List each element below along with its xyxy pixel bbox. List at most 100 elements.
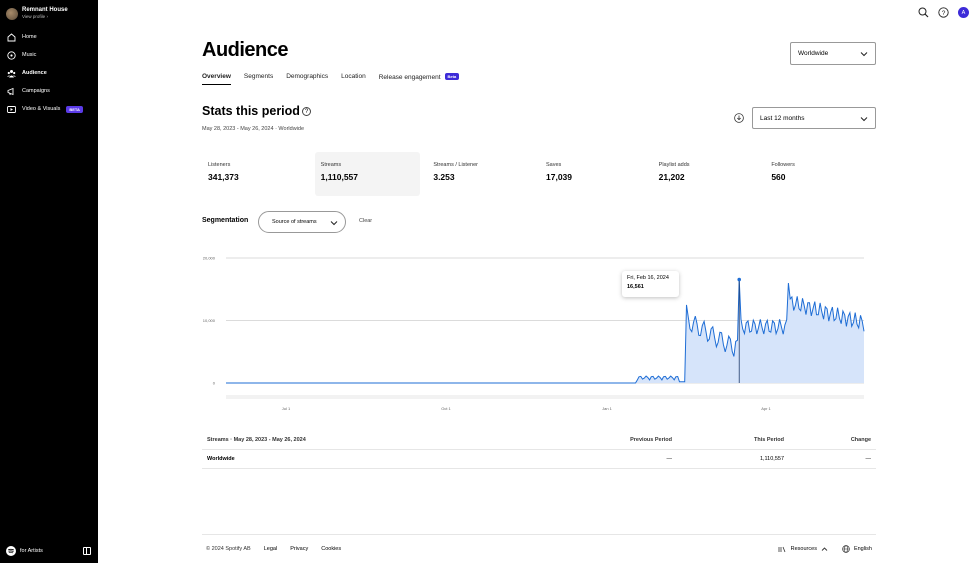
metric-label: Saves (546, 162, 562, 168)
y-tick-label: 10,000 (203, 318, 216, 323)
table-row[interactable]: Worldwide — 1,110,557 — (202, 450, 876, 469)
metric-value: 1,110,557 (320, 172, 359, 182)
resources-icon (778, 546, 786, 552)
footer-link-cookies[interactable]: Cookies (321, 546, 341, 552)
sidebar-item-home[interactable]: Home (0, 28, 98, 46)
stats-title: Stats this period (202, 104, 300, 118)
streams-table: Streams · May 28, 2023 - May 26, 2024 Pr… (202, 431, 876, 469)
streams-chart[interactable]: 20,000 10,000 0 Jul 1 Oct 1 Jan 1 Apr 1 (196, 248, 880, 418)
segmentation-label: Segmentation (202, 217, 249, 224)
tab-bar: Overview Segments Demographics Location … (202, 73, 472, 85)
sidebar-item-audience[interactable]: Audience (0, 64, 98, 82)
view-profile-link[interactable]: View profile › (22, 14, 68, 20)
svg-text:?: ? (942, 10, 946, 17)
beta-badge: Beta (444, 73, 460, 80)
region-select-value: Worldwide (798, 50, 829, 57)
table-cell: 1,110,557 (759, 456, 784, 462)
tab-release-engagement[interactable]: Release engagement Beta (379, 73, 460, 85)
resources-label: Resources (790, 546, 817, 552)
copyright: © 2024 Spotify AB (206, 546, 251, 552)
user-avatar[interactable]: A (958, 7, 969, 18)
segmentation-select-value: Source of streams (272, 219, 317, 225)
metric-value: 3.253 (433, 172, 455, 182)
tab-location[interactable]: Location (341, 73, 366, 85)
x-tick-label: Oct 1 (441, 406, 451, 411)
period-select-value: Last 12 months (760, 114, 805, 122)
table-cell: — (666, 456, 673, 462)
metric-label: Playlist adds (658, 162, 690, 168)
sidebar-item-music[interactable]: Music (0, 46, 98, 64)
sidebar-item-video-visuals[interactable]: Video & Visuals BETA (0, 100, 98, 118)
date-range: May 28, 2023 - May 26, 2024 · Worldwide (202, 126, 305, 132)
resources-menu[interactable]: Resources (778, 546, 828, 553)
hover-point (737, 277, 742, 282)
metric-value: 17,039 (546, 172, 572, 182)
table-cell: Worldwide (207, 456, 235, 462)
tab-demographics[interactable]: Demographics (286, 73, 328, 85)
profile-name: Remnant House (22, 7, 68, 13)
metric-label: Streams (320, 162, 342, 168)
metric-followers[interactable]: Followers 560 (765, 152, 878, 196)
x-tick-label: Apr 1 (761, 406, 771, 411)
chevron-up-icon (821, 546, 828, 551)
video-icon (7, 105, 16, 114)
metric-label: Followers (771, 162, 795, 168)
sidebar-item-label: Music (22, 52, 37, 58)
sidebar-item-label: Audience (22, 70, 47, 76)
metric-streams-per-listener[interactable]: Streams / Listener 3.253 (427, 152, 540, 196)
tooltip-value: 16,561 (627, 284, 644, 290)
chevron-down-icon (860, 117, 868, 122)
collapse-sidebar-button[interactable] (83, 547, 91, 555)
sidebar-item-label: Video & Visuals (22, 106, 61, 112)
search-icon[interactable] (918, 7, 929, 18)
region-select[interactable]: Worldwide (790, 42, 876, 65)
download-icon[interactable] (734, 113, 744, 123)
y-tick-label: 20,000 (203, 256, 216, 261)
metric-label: Listeners (208, 162, 231, 168)
audience-icon (7, 69, 16, 78)
x-tick-label: Jan 1 (602, 406, 613, 411)
page-footer: © 2024 Spotify AB Legal Privacy Cookies … (202, 534, 876, 563)
metric-saves[interactable]: Saves 17,039 (540, 152, 653, 196)
campaigns-icon (7, 87, 16, 96)
help-icon[interactable]: ? (938, 7, 949, 18)
y-tick-label: 0 (213, 381, 216, 386)
x-tick-label: Jul 1 (282, 406, 291, 411)
table-header-cell: Previous Period (630, 437, 672, 443)
tab-overview[interactable]: Overview (202, 73, 231, 85)
metrics-row: Listeners 341,373 Streams 1,110,557 Stre… (202, 152, 878, 196)
period-select[interactable]: Last 12 months (752, 107, 876, 129)
help-icon[interactable]: ? (302, 107, 311, 116)
table-header: Streams · May 28, 2023 - May 26, 2024 Pr… (202, 431, 876, 450)
chevron-down-icon (860, 52, 868, 57)
metric-value: 560 (771, 172, 786, 182)
table-header-cell: This Period (754, 437, 784, 443)
globe-icon (842, 545, 850, 553)
x-axis-band (226, 395, 864, 399)
clear-button[interactable]: Clear (359, 218, 372, 224)
sidebar: Remnant House View profile › Home Music … (0, 0, 98, 563)
sidebar-item-campaigns[interactable]: Campaigns (0, 82, 98, 100)
language-selector[interactable]: English (842, 545, 872, 553)
footer-link-legal[interactable]: Legal (264, 546, 277, 552)
profile[interactable]: Remnant House View profile › (6, 7, 68, 20)
spotify-for-artists-logo[interactable]: for Artists (6, 546, 43, 556)
top-actions: ? A (918, 7, 969, 18)
footer-link-privacy[interactable]: Privacy (290, 546, 308, 552)
brand-label: for Artists (20, 548, 43, 554)
sidebar-nav: Home Music Audience Campaigns Video & Vi… (0, 28, 98, 118)
sidebar-item-label: Home (22, 34, 37, 40)
table-header-cell: Streams · May 28, 2023 - May 26, 2024 (207, 437, 306, 443)
tab-segments[interactable]: Segments (244, 73, 273, 85)
avatar (6, 7, 18, 20)
metric-playlist-adds[interactable]: Playlist adds 21,202 (653, 152, 766, 196)
sidebar-item-label: Campaigns (22, 88, 50, 94)
metric-streams[interactable]: Streams 1,110,557 (314, 152, 421, 196)
language-label: English (853, 546, 872, 552)
segmentation-select[interactable]: Source of streams (258, 211, 346, 233)
chart-tooltip: Fri, Feb 16, 2024 16,561 (622, 271, 679, 297)
metric-label: Streams / Listener (433, 162, 478, 168)
chevron-down-icon (330, 221, 338, 226)
metric-listeners[interactable]: Listeners 341,373 (202, 152, 315, 196)
metric-value: 21,202 (658, 172, 685, 182)
